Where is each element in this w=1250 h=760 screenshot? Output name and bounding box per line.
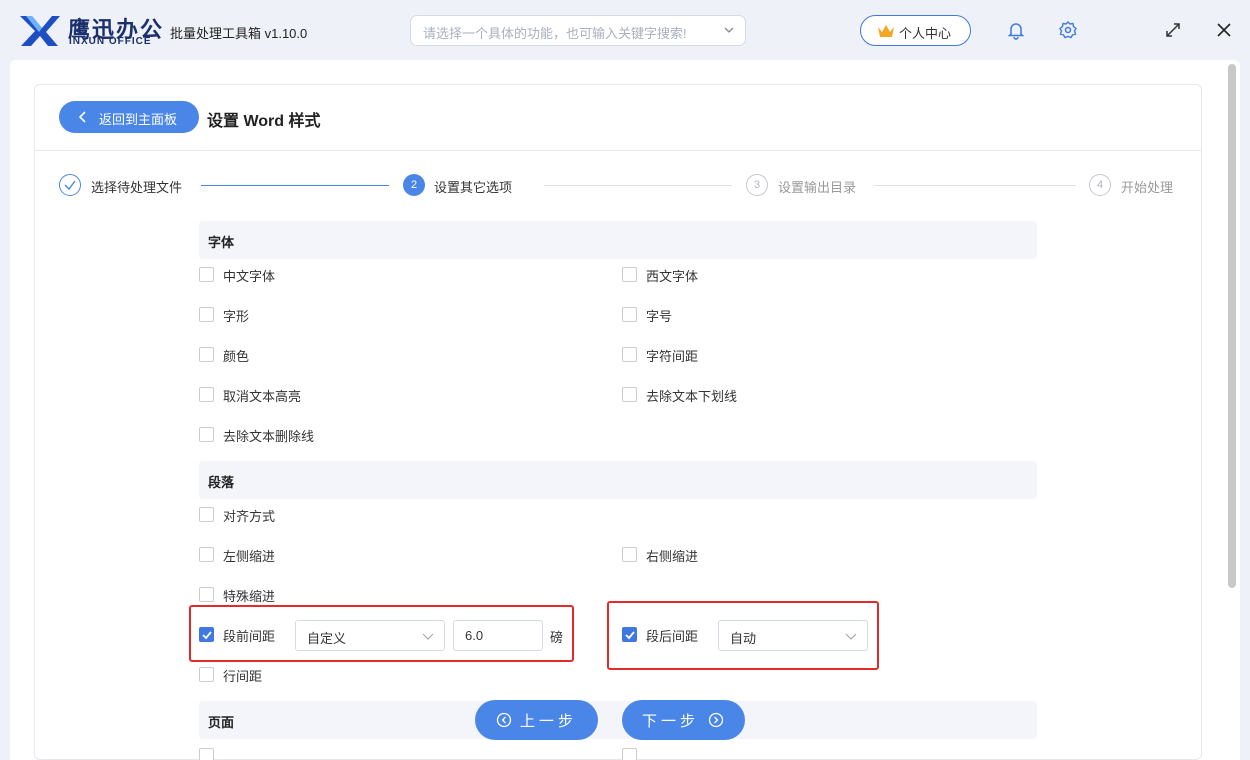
step-connector-3 [874, 185, 1076, 186]
checkbox[interactable] [199, 748, 214, 760]
checkbox[interactable] [199, 587, 214, 602]
maximize-icon[interactable] [1163, 20, 1183, 40]
user-center-button[interactable]: 个人中心 [860, 15, 971, 46]
arrow-left-circle-icon [496, 712, 512, 728]
checkbox[interactable] [199, 307, 214, 322]
option-label: 右侧缩进 [646, 549, 699, 564]
next-step-label: 下一步 [642, 713, 700, 730]
section-title-paragraph: 段落 [208, 475, 235, 490]
step-3-number: 3 [746, 174, 768, 196]
step-2-label: 设置其它选项 [434, 180, 513, 195]
gear-icon[interactable] [1058, 20, 1078, 40]
option-label: 对齐方式 [223, 509, 276, 524]
step-1-label: 选择待处理文件 [91, 180, 183, 195]
search-placeholder: 请选择一个具体的功能，也可输入关键字搜索! [423, 26, 687, 41]
checkbox[interactable] [622, 267, 637, 282]
arrow-right-circle-icon [708, 712, 724, 728]
highlight-box-space-after [607, 601, 879, 670]
option-label: 颜色 [223, 349, 250, 364]
option-label: 行间距 [223, 669, 263, 684]
option-label: 字号 [646, 309, 673, 324]
section-title-page: 页面 [208, 715, 235, 730]
step-2-number: 2 [403, 174, 425, 196]
step-1-done-icon [59, 174, 81, 196]
close-icon[interactable] [1214, 20, 1234, 40]
section-header-page: 页面 [199, 701, 1037, 739]
checkbox[interactable] [199, 387, 214, 402]
page-title: 设置 Word 样式 [207, 113, 321, 130]
chevron-down-icon [724, 27, 734, 33]
checkbox[interactable] [199, 347, 214, 362]
option-label: 字符间距 [646, 349, 699, 364]
scrollbar-thumb[interactable] [1228, 64, 1236, 588]
option-label: 西文字体 [646, 269, 699, 284]
header-divider [35, 150, 1201, 151]
chevron-left-icon [79, 111, 86, 123]
step-connector-1 [201, 185, 389, 186]
inxun-logo-icon [20, 16, 60, 46]
checkbox[interactable] [622, 387, 637, 402]
checkbox[interactable] [199, 667, 214, 682]
next-step-button[interactable]: 下一步 [622, 700, 745, 740]
previous-step-label: 上一步 [520, 713, 578, 730]
option-label: 字形 [223, 309, 250, 324]
back-to-home-button[interactable]: 返回到主面板 [59, 101, 199, 133]
checkbox[interactable] [622, 748, 637, 760]
option-label: 特殊缩进 [223, 589, 276, 604]
checkbox[interactable] [622, 347, 637, 362]
crown-icon [878, 25, 894, 37]
bell-icon[interactable] [1006, 20, 1026, 40]
title-bar: 鹰迅办公 INXUN OFFICE 批量处理工具箱 v1.10.0 请选择一个具… [0, 0, 1250, 60]
step-3-label: 设置输出目录 [778, 180, 857, 195]
function-search[interactable]: 请选择一个具体的功能，也可输入关键字搜索! [410, 15, 746, 46]
section-header-paragraph: 段落 [199, 461, 1037, 499]
checkbox[interactable] [199, 427, 214, 442]
option-label: 中文字体 [223, 269, 276, 284]
option-label: 去除文本删除线 [223, 429, 315, 444]
step-connector-2 [544, 185, 732, 186]
back-button-label: 返回到主面板 [99, 112, 178, 127]
brand-name-en: INXUN OFFICE [69, 36, 152, 47]
option-label: 左侧缩进 [223, 549, 276, 564]
checkbox[interactable] [622, 547, 637, 562]
step-4-number: 4 [1089, 174, 1111, 196]
step-4-label: 开始处理 [1121, 180, 1174, 195]
highlight-box-space-before [189, 605, 574, 662]
previous-step-button[interactable]: 上一步 [475, 700, 598, 740]
app-title: 批量处理工具箱 v1.10.0 [170, 26, 308, 41]
section-title-font: 字体 [208, 235, 235, 250]
checkbox[interactable] [199, 267, 214, 282]
user-center-label: 个人中心 [899, 26, 952, 41]
section-header-font: 字体 [199, 221, 1037, 259]
option-label: 去除文本下划线 [646, 389, 738, 404]
checkbox[interactable] [199, 507, 214, 522]
checkbox[interactable] [199, 547, 214, 562]
checkbox[interactable] [622, 307, 637, 322]
option-label: 取消文本高亮 [223, 389, 302, 404]
